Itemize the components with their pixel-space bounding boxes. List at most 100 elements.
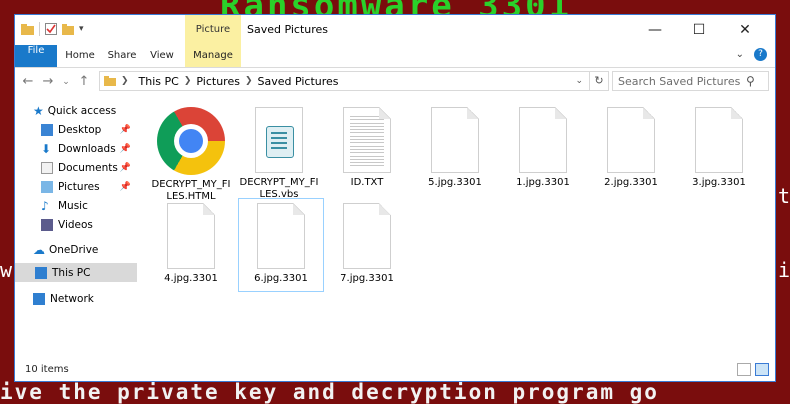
breadcrumb-chevron-icon[interactable]: ❯ [245, 76, 253, 86]
computer-icon [35, 266, 47, 279]
file-item-selected[interactable]: 6.jpg.3301 [238, 198, 324, 292]
file-item[interactable]: ID.TXT [325, 107, 409, 189]
file-name: 4.jpg.3301 [164, 273, 218, 284]
download-icon: ⬇ [41, 141, 52, 156]
back-arrow-icon[interactable]: ← [19, 72, 37, 92]
breadcrumb-chevron-icon[interactable]: ❯ [121, 76, 129, 86]
details-view-icon[interactable] [737, 363, 751, 376]
refresh-icon[interactable]: ↻ [589, 72, 608, 90]
blank-file-icon [519, 107, 567, 173]
title-bar: ▾ Picture Tools Saved Pictures — ☐ ✕ [15, 15, 775, 65]
file-item[interactable]: DECRYPT_MY_FILES.HTML [149, 107, 233, 203]
search-box[interactable]: ⚲ [612, 71, 769, 91]
customize-toolbar-icon[interactable]: ▾ [79, 24, 84, 34]
text-file-icon [343, 107, 391, 173]
forward-arrow-icon[interactable]: → [39, 72, 57, 92]
nav-network[interactable]: Network [33, 289, 153, 308]
nav-label: Desktop [58, 123, 102, 136]
chrome-html-icon [157, 107, 225, 175]
up-arrow-icon[interactable]: ↑ [75, 72, 93, 92]
breadcrumb-this-pc[interactable]: This PC [139, 75, 179, 88]
tab-view[interactable]: View [147, 45, 177, 67]
star-icon: ★ [33, 103, 44, 118]
tab-manage[interactable]: Manage [185, 45, 241, 67]
item-count: 10 items [25, 364, 69, 375]
quick-access-toolbar: ▾ [21, 22, 84, 36]
nav-label: Network [50, 292, 94, 305]
nav-label: Videos [58, 218, 93, 231]
documents-icon [41, 161, 53, 174]
nav-videos[interactable]: Videos [41, 215, 137, 234]
ransom-text-fragment: i [778, 258, 790, 282]
maximize-button[interactable]: ☐ [677, 18, 721, 42]
breadcrumb-saved-pictures[interactable]: Saved Pictures [258, 75, 339, 88]
breadcrumb-pictures[interactable]: Pictures [196, 75, 240, 88]
folder-icon[interactable] [21, 23, 34, 35]
ransom-text-fragment: t [778, 184, 790, 208]
pin-icon: 📌 [119, 181, 131, 192]
navigation-pane: ★ Quick access Desktop 📌 ⬇ Downloads 📌 D… [15, 97, 137, 359]
help-icon[interactable]: ? [754, 48, 767, 61]
file-item[interactable]: 5.jpg.3301 [413, 107, 497, 189]
close-button[interactable]: ✕ [723, 18, 767, 42]
nav-label: Pictures [58, 180, 100, 193]
recent-locations-chevron-icon[interactable]: ⌄ [57, 72, 75, 92]
nav-label: Music [58, 199, 88, 212]
breadcrumb-chevron-icon[interactable]: ❯ [184, 76, 192, 86]
address-dropdown-icon[interactable]: ⌄ [575, 76, 583, 86]
blank-file-icon [695, 107, 743, 173]
nav-label: Quick access [47, 104, 117, 117]
search-icon[interactable]: ⚲ [746, 74, 755, 88]
new-folder-icon[interactable] [62, 23, 74, 35]
file-name: ID.TXT [350, 177, 384, 188]
blank-file-icon [167, 203, 215, 269]
nav-pictures[interactable]: Pictures 📌 [41, 177, 137, 196]
nav-documents[interactable]: Documents 📌 [41, 158, 137, 177]
file-name: 2.jpg.3301 [604, 177, 658, 188]
file-item[interactable]: 2.jpg.3301 [589, 107, 673, 189]
properties-icon[interactable] [45, 23, 57, 35]
nav-music[interactable]: ♪ Music [41, 196, 137, 215]
tab-home[interactable]: Home [63, 45, 97, 67]
pin-icon: 📌 [119, 124, 131, 135]
videos-icon [41, 218, 53, 231]
pin-icon: 📌 [119, 143, 131, 154]
file-item[interactable]: 3.jpg.3301 [677, 107, 761, 189]
pictures-icon [41, 180, 53, 193]
picture-tools-context-tab: Picture Tools [185, 15, 241, 65]
tab-share[interactable]: Share [105, 45, 139, 67]
file-name: 6.jpg.3301 [254, 273, 308, 284]
file-name: 5.jpg.3301 [428, 177, 482, 188]
expand-ribbon-icon[interactable]: ⌄ [736, 49, 744, 60]
blank-file-icon [431, 107, 479, 173]
ribbon-right-controls: ⌄ ? [736, 48, 767, 61]
nav-quick-access[interactable]: ★ Quick access [33, 101, 153, 120]
file-name: DECRYPT_MY_FILES.HTML [151, 179, 231, 202]
status-bar: 10 items [15, 359, 775, 381]
nav-label: This PC [52, 266, 91, 279]
desktop-icon [41, 123, 53, 136]
nav-label: OneDrive [49, 243, 99, 256]
file-name: 3.jpg.3301 [692, 177, 746, 188]
nav-downloads[interactable]: ⬇ Downloads 📌 [41, 139, 137, 158]
file-item[interactable]: 4.jpg.3301 [149, 203, 233, 285]
nav-this-pc[interactable]: This PC [15, 263, 137, 282]
file-item[interactable]: 7.jpg.3301 [325, 203, 409, 285]
file-item[interactable]: 1.jpg.3301 [501, 107, 585, 189]
nav-desktop[interactable]: Desktop 📌 [41, 120, 137, 139]
file-item[interactable]: DECRYPT_MY_FILES.vbs [237, 107, 321, 201]
address-bar[interactable]: ❯ This PC ❯ Pictures ❯ Saved Pictures ⌄ … [99, 71, 609, 91]
ransom-message-text: ive the private key and decryption progr… [0, 380, 659, 404]
search-input[interactable] [618, 74, 746, 88]
network-icon [33, 292, 45, 305]
file-list: DECRYPT_MY_FILES.HTML DECRYPT_MY_FILES.v… [137, 97, 775, 359]
music-icon: ♪ [41, 198, 49, 213]
folder-icon [104, 76, 116, 86]
large-icons-view-icon[interactable] [755, 363, 769, 376]
window-title: Saved Pictures [247, 23, 329, 36]
blank-file-icon [607, 107, 655, 173]
tab-file[interactable]: File [15, 45, 57, 67]
minimize-button[interactable]: — [633, 18, 677, 42]
nav-label: Downloads [58, 142, 116, 155]
nav-onedrive[interactable]: ☁ OneDrive [33, 240, 153, 259]
